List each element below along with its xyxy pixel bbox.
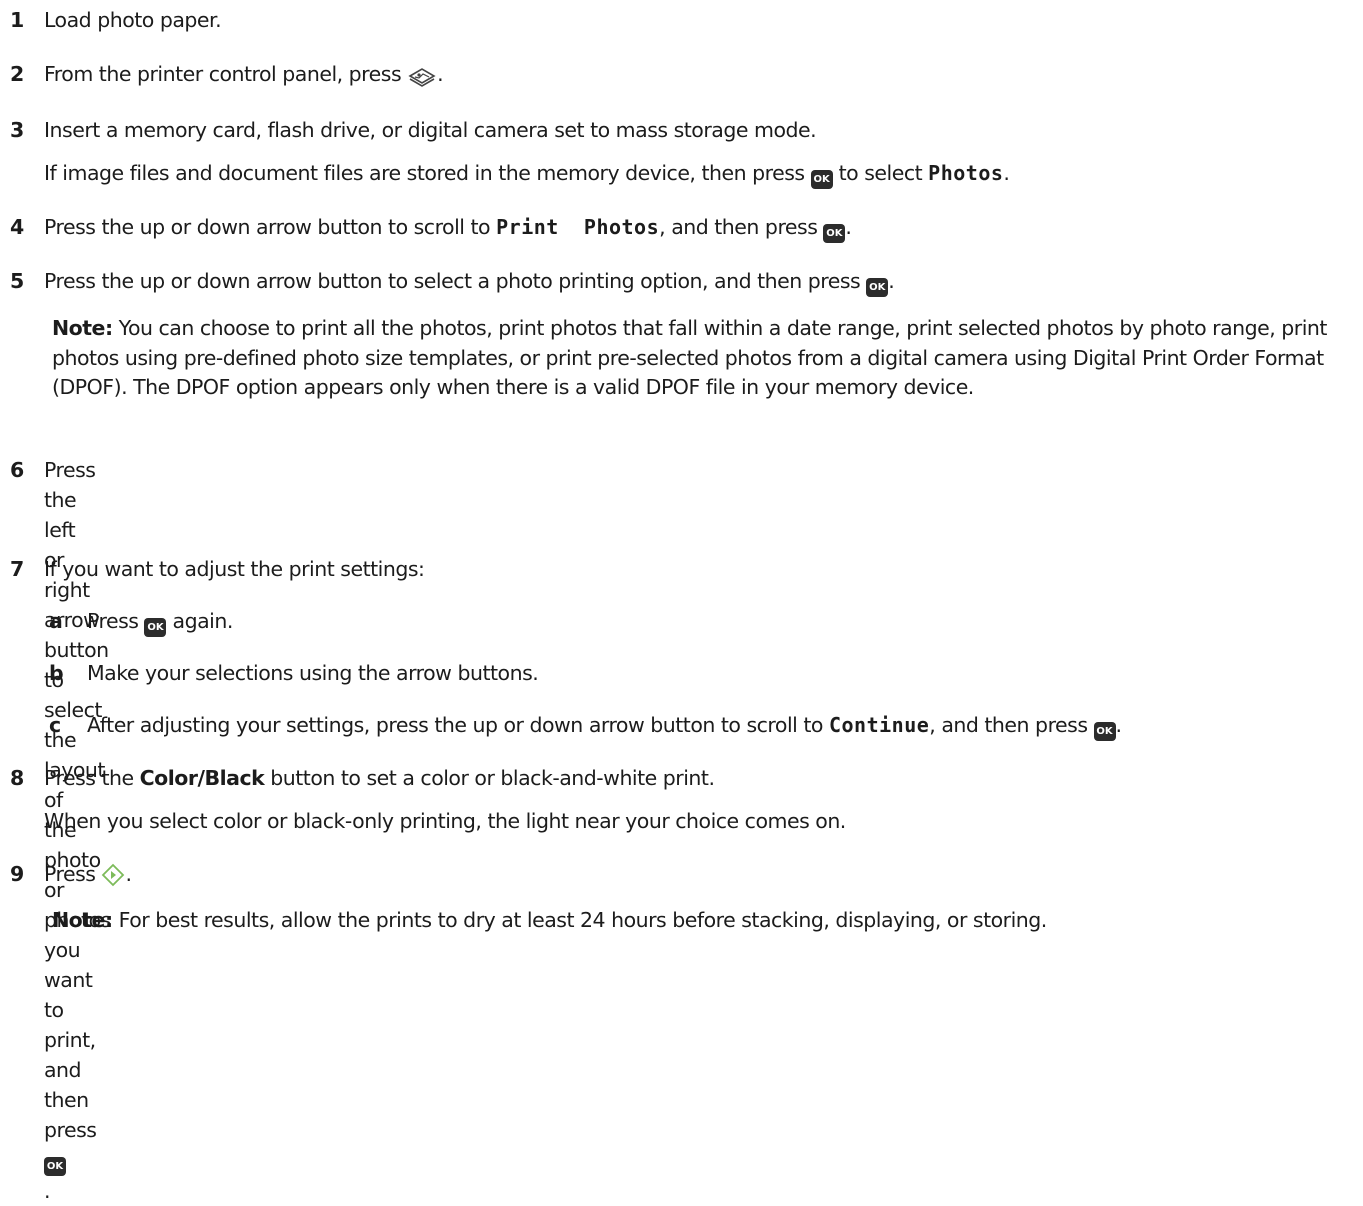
menu-option-print-photos: Print Photos [496, 215, 660, 239]
menu-option-continue: Continue [828, 713, 930, 737]
note-label: Note: [52, 908, 113, 932]
step-text: From the printer control panel, press [44, 62, 408, 86]
substep-letter: a [49, 609, 63, 633]
menu-option-photos: Photos [928, 161, 1004, 185]
step-text: Insert a memory card, flash drive, or di… [44, 118, 817, 142]
step-number: 4 [10, 215, 24, 239]
ok-button-icon: OK [1093, 722, 1116, 741]
ok-button-icon: OK [823, 224, 846, 243]
step-number: 5 [10, 269, 24, 293]
step-number: 2 [10, 62, 24, 86]
step-number: 7 [10, 557, 24, 581]
ok-button-icon: OK [810, 170, 833, 189]
step-number: 3 [10, 118, 24, 142]
start-button-icon [101, 863, 125, 895]
note-dpof: Note: You can choose to print all the ph… [52, 314, 1357, 403]
ok-button-icon: OK [144, 618, 167, 637]
step-text: If you want to adjust the print settings… [44, 557, 425, 581]
step-text: Load photo paper. [44, 8, 222, 32]
step-number: 8 [10, 766, 24, 790]
substep-text: Make your selections using the arrow but… [87, 661, 539, 685]
instruction-page: 1 Load photo paper. 2 From the printer c… [0, 0, 1363, 1203]
photo-button-icon [407, 65, 437, 95]
color-black-button-label: Color/Black [139, 766, 265, 790]
substep-letter: b [49, 661, 64, 685]
step-text: When you select color or black-only prin… [44, 809, 846, 833]
ok-button-icon: OK [866, 278, 889, 297]
note-drying: Note: For best results, allow the prints… [52, 906, 1357, 936]
note-text: You can choose to print all the photos, … [52, 316, 1327, 399]
step-number: 1 [10, 8, 24, 32]
step-number: 9 [10, 862, 24, 886]
note-label: Note: [52, 316, 113, 340]
ok-button-icon: OK [44, 1157, 66, 1176]
note-text: For best results, allow the prints to dr… [112, 908, 1048, 932]
substep-letter: c [49, 713, 61, 737]
step-number: 6 [10, 458, 24, 482]
